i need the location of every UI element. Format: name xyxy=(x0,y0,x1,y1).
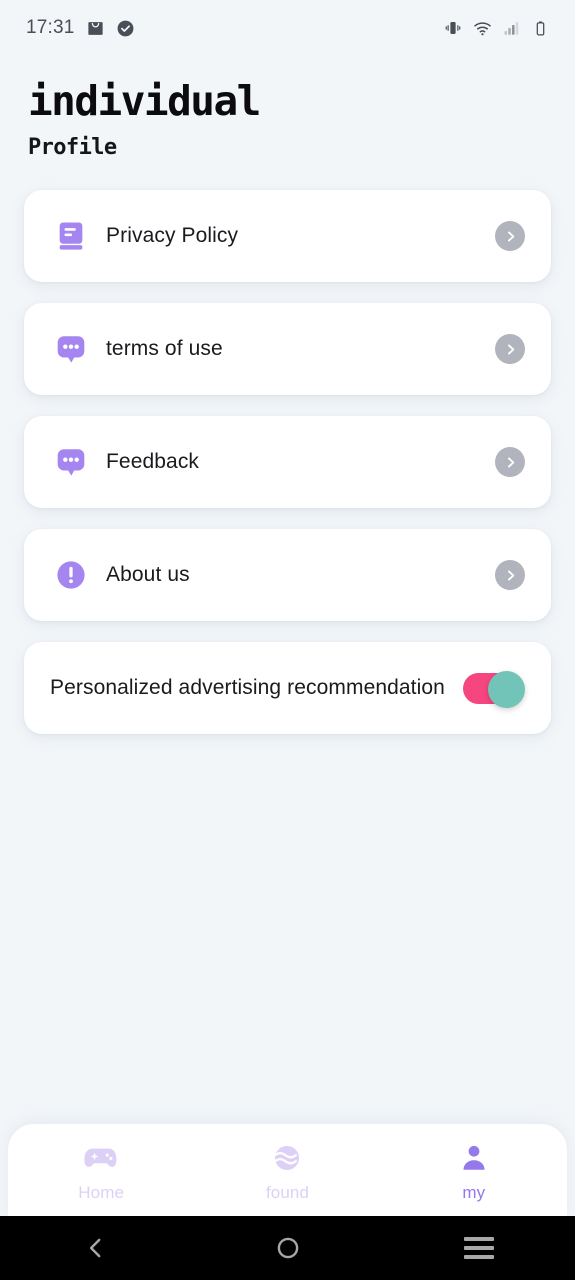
page-subtitle: Profile xyxy=(28,135,117,161)
list-item-label: About us xyxy=(106,563,190,587)
chevron-right-icon[interactable] xyxy=(495,221,525,252)
recents-lines xyxy=(464,1237,495,1259)
list-item-label: Privacy Policy xyxy=(106,224,239,248)
globe-icon xyxy=(271,1143,303,1178)
list-item-label: terms of use xyxy=(106,337,223,361)
toggle-row-label: Personalized advertising recommendation xyxy=(50,676,445,700)
list-item-terms-of-use[interactable]: terms of use xyxy=(24,303,551,396)
info-circle-icon xyxy=(50,554,92,596)
list-item-about-us[interactable]: About us xyxy=(24,529,551,622)
personalized-advertising-toggle[interactable] xyxy=(463,671,525,709)
check-circle-icon xyxy=(116,19,135,38)
vibrate-icon xyxy=(444,19,462,37)
wifi-icon xyxy=(473,19,492,38)
status-bar: 17:31 xyxy=(0,0,575,56)
signal-bars-icon xyxy=(503,19,521,37)
page-title: individual xyxy=(28,77,261,125)
nav-tab-home[interactable]: Home xyxy=(8,1143,194,1203)
chevron-right-icon[interactable] xyxy=(495,334,525,365)
mail-icon xyxy=(86,19,105,38)
chevron-right-icon[interactable] xyxy=(495,560,525,591)
status-time: 17:31 xyxy=(26,17,75,38)
nav-tab-my[interactable]: my xyxy=(381,1143,567,1203)
list-item-personalized-advertising[interactable]: Personalized advertising recommendation xyxy=(24,642,551,735)
speech-bubble-icon xyxy=(50,328,92,370)
status-bar-left: 17:31 xyxy=(26,17,135,39)
settings-list: Privacy Policy terms of use Feedback Abo… xyxy=(0,160,575,755)
speech-bubble-icon xyxy=(50,441,92,483)
bottom-navigation: Home found my xyxy=(8,1124,567,1216)
list-item-privacy-policy[interactable]: Privacy Policy xyxy=(24,190,551,283)
person-icon xyxy=(459,1143,489,1178)
battery-icon xyxy=(532,20,549,37)
nav-tab-label: Home xyxy=(78,1183,125,1202)
status-bar-right xyxy=(444,19,549,38)
list-item-feedback[interactable]: Feedback xyxy=(24,416,551,509)
toggle-knob xyxy=(488,671,525,709)
nav-tab-label: found xyxy=(265,1183,310,1202)
phone-screen: 17:31 individual Profile Privacy Policy … xyxy=(0,0,575,1280)
page-header: individual Profile xyxy=(0,56,575,160)
gamepad-icon xyxy=(83,1143,119,1178)
chevron-right-icon[interactable] xyxy=(495,447,525,478)
recents-icon[interactable] xyxy=(383,1237,575,1259)
book-icon xyxy=(50,215,92,257)
back-icon[interactable] xyxy=(0,1235,192,1261)
nav-tab-label: my xyxy=(462,1183,486,1202)
list-item-label: Feedback xyxy=(106,450,200,474)
home-circle-icon[interactable] xyxy=(192,1235,384,1261)
android-navigation-bar xyxy=(0,1216,575,1280)
nav-tab-found[interactable]: found xyxy=(194,1143,380,1203)
